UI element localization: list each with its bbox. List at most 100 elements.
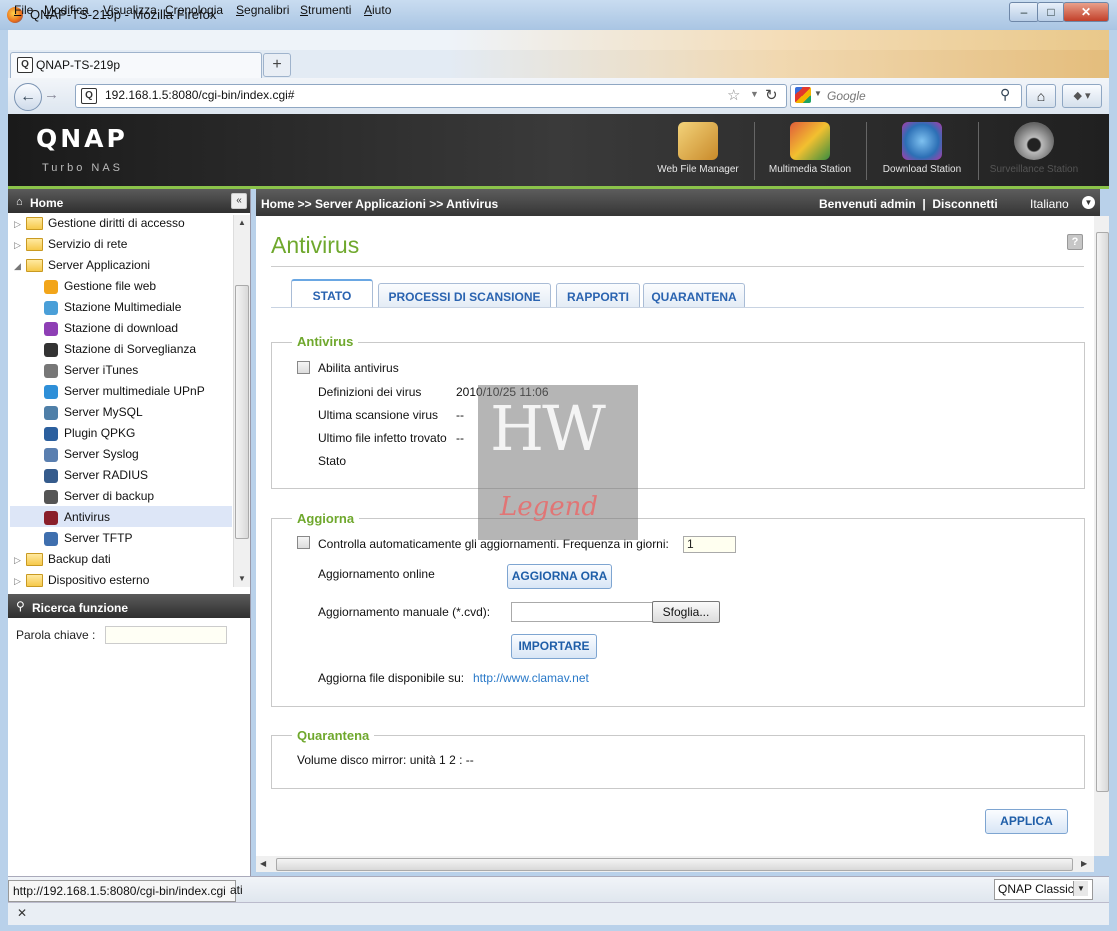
menu-segnalibri[interactable]: Segnalibri xyxy=(236,3,289,17)
menu-aiuto[interactable]: Aiuto xyxy=(364,3,391,17)
app-icon xyxy=(44,279,58,294)
tab-stato[interactable]: STATO xyxy=(291,279,373,307)
status-label: Stato xyxy=(318,454,347,468)
sidebar-item[interactable]: ▷ Dispositivo esterno xyxy=(14,573,149,593)
sidebar-item[interactable]: Server Syslog xyxy=(44,447,139,467)
find-close-button[interactable]: ✕ xyxy=(17,906,27,920)
auto-update-checkbox[interactable] xyxy=(297,536,310,549)
sidebar-item[interactable]: Server multimediale UPnP xyxy=(44,384,205,404)
clamav-link[interactable]: http://www.clamav.net xyxy=(473,671,589,685)
sidebar-item[interactable]: ▷ Servizio di rete xyxy=(14,237,127,257)
language-dropdown-icon[interactable]: ▼ xyxy=(1082,196,1095,209)
menu-modifica[interactable]: Modifica xyxy=(44,3,89,17)
search-icon[interactable]: ⚲ xyxy=(1000,86,1010,103)
forward-button[interactable]: → xyxy=(44,86,59,103)
menu-cronologia[interactable]: Cronologia xyxy=(165,3,223,17)
scroll-down-icon[interactable]: ▼ xyxy=(238,574,246,583)
apply-button[interactable]: APPLICA xyxy=(985,809,1068,834)
expand-arrow-icon[interactable]: ▷ xyxy=(14,555,26,566)
sidebar-item[interactable]: Server TFTP xyxy=(44,531,132,551)
menu-visualizza[interactable]: Visualizza xyxy=(103,3,157,17)
sidebar-item[interactable]: ▷ Gestione diritti di accesso xyxy=(14,216,185,236)
sidebar-item[interactable]: Plugin QPKG xyxy=(44,426,135,446)
language-selector[interactable]: Italiano xyxy=(1030,197,1069,211)
app-label: Download Station xyxy=(882,164,962,175)
menu-strumenti[interactable]: Strumenti xyxy=(300,3,351,17)
cvd-file-input[interactable] xyxy=(511,602,653,622)
menu-bar xyxy=(8,30,1109,50)
style-dropdown-icon[interactable]: ▼ xyxy=(1073,881,1088,896)
keyword-label: Parola chiave : xyxy=(16,628,96,642)
qnap-subtitle: Turbo NAS xyxy=(42,162,124,174)
sidebar-scroll-thumb[interactable] xyxy=(235,285,249,539)
enable-antivirus-checkbox[interactable] xyxy=(297,361,310,374)
tab-processi-di-scansione[interactable]: PROCESSI DI SCANSIONE xyxy=(378,283,551,308)
sidebar-item[interactable]: Gestione file web xyxy=(44,279,156,299)
bookmark-star-icon[interactable]: ☆ xyxy=(727,86,740,104)
sidebar-item-label: Server multimediale UPnP xyxy=(64,384,205,398)
expand-arrow-icon[interactable]: ▷ xyxy=(14,576,26,587)
app-download-station[interactable]: Download Station xyxy=(867,122,977,175)
new-tab-button[interactable]: + xyxy=(263,53,291,77)
expand-arrow-icon[interactable]: ▷ xyxy=(14,219,26,230)
web-file-manager-icon xyxy=(678,122,718,160)
sidebar-item-label: Server TFTP xyxy=(64,531,133,545)
main-scroll-thumb[interactable] xyxy=(1096,232,1109,792)
sidebar-item[interactable]: Server MySQL xyxy=(44,405,143,425)
sidebar-item[interactable]: Stazione di download xyxy=(44,321,178,341)
sidebar-item[interactable]: Server di backup xyxy=(44,489,154,509)
scroll-up-icon[interactable]: ▲ xyxy=(238,218,246,227)
update-now-button[interactable]: AGGIORNA ORA xyxy=(507,564,612,589)
engine-dropdown-icon[interactable]: ▼ xyxy=(814,89,822,98)
addon-button[interactable]: ◆ ▾ xyxy=(1062,84,1102,108)
sidebar-item[interactable]: ▷ Backup dati xyxy=(14,552,111,572)
horizontal-scroll-thumb[interactable] xyxy=(276,858,1073,871)
browse-button[interactable]: Sfoglia... xyxy=(652,601,720,623)
update-frequency-input[interactable]: 1 xyxy=(683,536,736,553)
qnap-logo: QNAP xyxy=(36,124,128,153)
minimize-button[interactable]: – xyxy=(1009,2,1039,22)
keyword-input[interactable] xyxy=(105,626,227,644)
search-bar[interactable] xyxy=(790,84,1022,108)
tab-rapporti[interactable]: RAPPORTI xyxy=(556,283,640,308)
sidebar-item[interactable]: Antivirus xyxy=(44,510,110,530)
collapse-sidebar-button[interactable]: « xyxy=(231,193,247,209)
back-button[interactable]: ← xyxy=(14,83,42,111)
scroll-left-icon[interactable]: ◀ xyxy=(260,859,266,868)
google-engine-icon[interactable] xyxy=(795,87,811,103)
tab-quarantena[interactable]: QUARANTENA xyxy=(643,283,745,308)
folder-icon xyxy=(26,217,43,231)
update-source-label: Aggiorna file disponibile su: xyxy=(318,671,465,685)
app-icon xyxy=(44,531,58,546)
maximize-button[interactable]: □ xyxy=(1037,2,1065,22)
menu-file[interactable]: File xyxy=(14,3,33,17)
update-legend: Aggiorna xyxy=(292,511,360,526)
sidebar-item[interactable]: Stazione di Sorveglianza xyxy=(44,342,196,362)
app-icon xyxy=(44,363,58,378)
close-button[interactable]: ✕ xyxy=(1063,2,1109,22)
scroll-right-icon[interactable]: ▶ xyxy=(1081,859,1087,868)
history-dropdown-icon[interactable]: ▼ xyxy=(750,89,759,99)
sidebar-item-label: Backup dati xyxy=(48,552,111,566)
sidebar-item[interactable]: ◢ Server Applicazioni xyxy=(14,258,150,278)
sidebar-item[interactable]: Server iTunes xyxy=(44,363,138,383)
sidebar-item[interactable]: Server RADIUS xyxy=(44,468,148,488)
help-icon[interactable]: ? xyxy=(1067,234,1083,250)
folder-icon xyxy=(26,238,43,252)
app-surveillance-station[interactable]: Surveillance Station xyxy=(979,122,1089,175)
sidebar-item[interactable]: Stazione Multimediale xyxy=(44,300,181,320)
online-update-label: Aggiornamento online xyxy=(318,567,435,581)
reload-icon[interactable]: ↻ xyxy=(765,86,778,104)
home-button[interactable]: ⌂ xyxy=(1026,84,1056,108)
quarantine-volume-text: Volume disco mirror: unità 1 2 : -- xyxy=(297,753,474,767)
welcome-logout[interactable]: Benvenuti admin | Disconnetti xyxy=(819,197,998,211)
expand-arrow-icon[interactable]: ▷ xyxy=(14,240,26,251)
expand-arrow-icon[interactable]: ◢ xyxy=(14,261,26,272)
app-label: Surveillance Station xyxy=(989,164,1079,175)
last-infected-label: Ultimo file infetto trovato xyxy=(318,431,447,445)
app-web-file-manager[interactable]: Web File Manager xyxy=(643,122,753,175)
app-multimedia-station[interactable]: Multimedia Station xyxy=(755,122,865,175)
enable-antivirus-label: Abilita antivirus xyxy=(318,361,399,375)
app-icon xyxy=(44,489,58,504)
import-button[interactable]: IMPORTARE xyxy=(511,634,597,659)
